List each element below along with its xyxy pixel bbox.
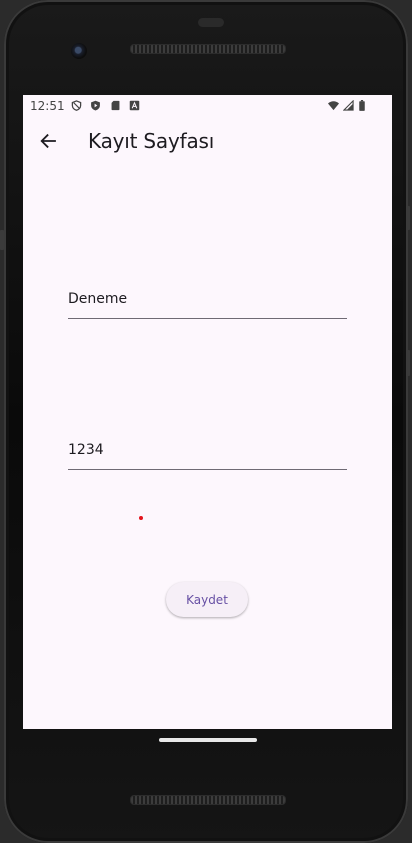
sd-card-icon <box>111 100 120 111</box>
battery-icon <box>359 100 365 111</box>
earpiece-speaker <box>130 44 286 54</box>
shield-icon <box>71 100 82 111</box>
wifi-icon <box>328 101 339 111</box>
status-time: 12:51 <box>30 99 65 113</box>
touch-indicator-dot <box>139 516 143 520</box>
app-bar: Kayıt Sayfası <box>23 117 392 165</box>
page-title: Kayıt Sayfası <box>88 129 215 153</box>
front-camera <box>71 43 87 59</box>
name-field[interactable] <box>68 282 347 319</box>
save-button-label: Kaydet <box>186 592 228 607</box>
status-bar: 12:51 <box>23 95 392 117</box>
password-field[interactable] <box>68 433 347 470</box>
app-screen: 12:51 Kayıt Sayfası Deneme 1234 Kaydet <box>23 95 392 729</box>
back-button[interactable] <box>34 127 62 155</box>
name-input[interactable] <box>68 282 347 316</box>
password-input[interactable] <box>68 433 347 467</box>
text-a-icon <box>129 100 140 111</box>
save-button[interactable]: Kaydet <box>166 582 248 617</box>
left-side-button <box>0 230 4 250</box>
volume-button <box>406 206 410 230</box>
arrow-back-icon <box>40 133 56 149</box>
top-sensor-slot <box>198 18 224 27</box>
bottom-speaker <box>130 795 286 805</box>
play-protect-icon <box>91 100 100 111</box>
cellular-icon <box>343 100 354 111</box>
power-button <box>406 350 410 376</box>
home-indicator[interactable] <box>159 738 257 742</box>
